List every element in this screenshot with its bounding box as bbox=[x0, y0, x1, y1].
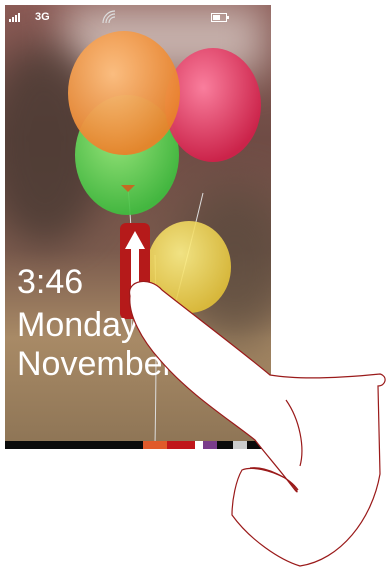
finger-swipe-illustration bbox=[129, 280, 386, 567]
